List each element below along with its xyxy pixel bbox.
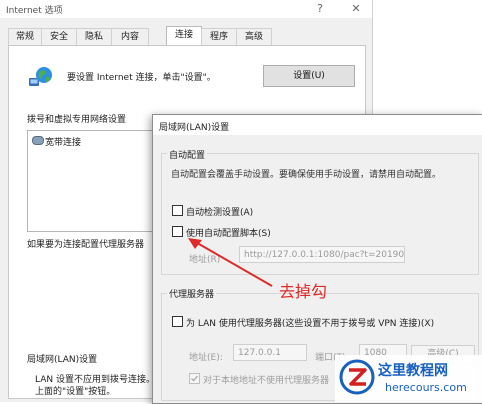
auto-config-description: 自动配置会覆盖手动设置。要确保使用手动设置，请禁用自动配置。: [171, 170, 442, 180]
dialup-header: 拨号和虚拟专用网络设置: [27, 115, 127, 125]
lan-settings-header: 局域网(LAN)设置: [27, 355, 98, 365]
dialog-title: 局域网(LAN)设置: [159, 123, 230, 133]
bypass-local-checkbox[interactable]: [189, 373, 200, 384]
tab-general[interactable]: 常规: [8, 28, 42, 46]
bypass-local-label: 对于本地地址不使用代理服务器: [203, 376, 330, 386]
setup-button[interactable]: 设置(U): [263, 65, 355, 87]
tab-security[interactable]: 安全: [41, 28, 77, 46]
watermark: 这里教程网 herecours.com: [335, 355, 482, 402]
tab-programs[interactable]: 程序: [201, 28, 237, 46]
tab-privacy[interactable]: 隐私: [76, 28, 112, 46]
globe-network-icon: [29, 67, 52, 86]
dialog-titlebar: 局域网(LAN)设置: [153, 115, 482, 135]
proxy-address-label: 地址(E):: [189, 353, 223, 363]
close-button[interactable]: ✕: [344, 1, 368, 17]
use-proxy-checkbox[interactable]: [172, 316, 183, 327]
tab-content[interactable]: 内容: [111, 28, 149, 46]
tab-connections[interactable]: 连接: [166, 26, 202, 46]
setup-description: 要设置 Internet 连接，单击"设置"。: [67, 73, 216, 83]
dialup-item-label: 宽带连接: [45, 138, 82, 148]
auto-detect-label: 自动检测设置(A): [186, 208, 254, 218]
auto-detect-checkbox[interactable]: [172, 205, 183, 216]
use-proxy-label: 为 LAN 使用代理服务器(这些设置不用于拨号或 VPN 连接)(X): [186, 319, 435, 329]
proxy-hint: 如果要为连接配置代理服务器: [27, 240, 145, 250]
window-titlebar: Internet 选项 ? ✕: [0, 0, 372, 18]
help-button[interactable]: ?: [308, 1, 332, 17]
watermark-cn-text: 这里教程网: [378, 363, 448, 379]
watermark-en-text: herecours.com: [385, 381, 467, 394]
broadband-connection-icon: [32, 136, 44, 145]
window-title: Internet 选项: [6, 6, 63, 16]
checkmark-icon: [191, 375, 198, 382]
proxy-address-input[interactable]: 127.0.0.1: [233, 344, 307, 361]
annotation-text: 去掉勾: [279, 282, 328, 301]
watermark-logo-icon: [339, 359, 375, 395]
auto-config-legend: 自动配置: [167, 148, 208, 161]
annotation-arrow: [188, 238, 273, 287]
tab-advanced[interactable]: 高级: [236, 28, 272, 46]
dialup-connections-list[interactable]: 宽带连接: [27, 130, 157, 232]
lan-description-line2: 上面的"设置"按钮。: [35, 387, 116, 397]
